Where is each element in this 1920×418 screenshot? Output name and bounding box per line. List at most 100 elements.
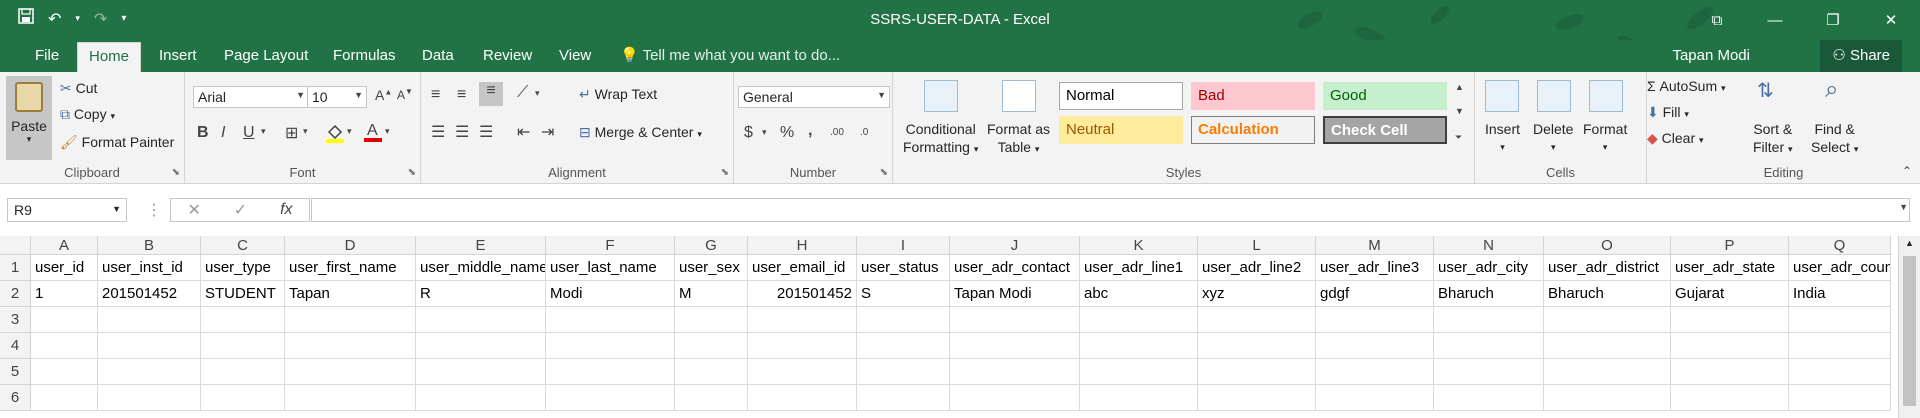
clear-button[interactable]: ◆ Clear ▾ bbox=[1647, 130, 1704, 147]
number-launcher-icon[interactable]: ⬊ bbox=[880, 167, 888, 178]
cell-g1[interactable]: user_sex bbox=[675, 255, 748, 281]
tab-view[interactable]: View bbox=[548, 40, 602, 72]
cell-g6[interactable] bbox=[675, 385, 748, 411]
font-launcher-icon[interactable]: ⬊ bbox=[408, 167, 416, 178]
cell-n3[interactable] bbox=[1434, 307, 1544, 333]
cell-j6[interactable] bbox=[950, 385, 1080, 411]
style-calculation[interactable]: Calculation bbox=[1191, 116, 1315, 144]
cell-k1[interactable]: user_adr_line1 bbox=[1080, 255, 1198, 281]
cell-h2[interactable]: 201501452 bbox=[748, 281, 857, 307]
cell-a2[interactable]: 1 bbox=[31, 281, 98, 307]
cell-e6[interactable] bbox=[416, 385, 546, 411]
autosum-button[interactable]: Σ AutoSum ▾ bbox=[1647, 78, 1726, 94]
cell-a5[interactable] bbox=[31, 359, 98, 385]
cell-p2[interactable]: Gujarat bbox=[1671, 281, 1789, 307]
cell-c5[interactable] bbox=[201, 359, 285, 385]
cell-b1[interactable]: user_inst_id bbox=[98, 255, 201, 281]
cell-m4[interactable] bbox=[1316, 333, 1434, 359]
cell-o5[interactable] bbox=[1544, 359, 1671, 385]
format-painter-button[interactable]: 🖌 Format Painter bbox=[60, 134, 174, 151]
cell-m1[interactable]: user_adr_line3 bbox=[1316, 255, 1434, 281]
tab-home[interactable]: Home bbox=[77, 42, 142, 72]
borders-dropdown-icon[interactable]: ▾ bbox=[303, 126, 308, 137]
cell-m5[interactable] bbox=[1316, 359, 1434, 385]
orientation-icon[interactable]: ⟋ bbox=[517, 84, 528, 102]
tell-me-box[interactable]: 💡 Tell me what you want to do... bbox=[620, 40, 840, 72]
scrollbar-thumb[interactable] bbox=[1903, 256, 1916, 406]
number-format-dropdown[interactable]: General ▼ bbox=[738, 86, 890, 108]
bold-button[interactable]: B bbox=[197, 124, 209, 142]
middle-align-icon[interactable]: ≡ bbox=[457, 86, 466, 104]
cell-l3[interactable] bbox=[1198, 307, 1316, 333]
merge-center-button[interactable]: ⊟ Merge & Center ▾ bbox=[579, 124, 702, 141]
cell-d6[interactable] bbox=[285, 385, 416, 411]
align-center-icon[interactable]: ☰ bbox=[455, 122, 469, 142]
cell-b6[interactable] bbox=[98, 385, 201, 411]
cell-b3[interactable] bbox=[98, 307, 201, 333]
styles-scroll-down-icon[interactable]: ▼ bbox=[1455, 106, 1464, 116]
cell-e2[interactable]: R bbox=[416, 281, 546, 307]
clipboard-launcher-icon[interactable]: ⬊ bbox=[172, 167, 180, 178]
italic-button[interactable]: I bbox=[221, 124, 225, 142]
cell-n2[interactable]: Bharuch bbox=[1434, 281, 1544, 307]
cell-n1[interactable]: user_adr_city bbox=[1434, 255, 1544, 281]
cell-o3[interactable] bbox=[1544, 307, 1671, 333]
tab-page-layout[interactable]: Page Layout bbox=[213, 40, 319, 72]
cell-k5[interactable] bbox=[1080, 359, 1198, 385]
tab-review[interactable]: Review bbox=[472, 40, 543, 72]
cell-f2[interactable]: Modi bbox=[546, 281, 675, 307]
column-header-c[interactable]: C bbox=[201, 236, 285, 255]
wrap-text-button[interactable]: ↵ Wrap Text bbox=[579, 86, 657, 103]
cell-c1[interactable]: user_type bbox=[201, 255, 285, 281]
cell-e3[interactable] bbox=[416, 307, 546, 333]
close-icon[interactable]: ✕ bbox=[1862, 0, 1920, 40]
user-account[interactable]: Tapan Modi bbox=[1672, 40, 1750, 72]
cell-m6[interactable] bbox=[1316, 385, 1434, 411]
tab-data[interactable]: Data bbox=[411, 40, 465, 72]
cell-q4[interactable] bbox=[1789, 333, 1891, 359]
underline-dropdown-icon[interactable]: ▾ bbox=[261, 126, 266, 137]
column-header-h[interactable]: H bbox=[748, 236, 857, 255]
cell-g4[interactable] bbox=[675, 333, 748, 359]
decrease-decimal-icon[interactable]: .0 bbox=[860, 127, 868, 138]
cell-m3[interactable] bbox=[1316, 307, 1434, 333]
cell-a6[interactable] bbox=[31, 385, 98, 411]
alignment-launcher-icon[interactable]: ⬊ bbox=[721, 167, 729, 178]
cut-button[interactable]: ✂ Cut bbox=[60, 80, 97, 97]
column-header-l[interactable]: L bbox=[1198, 236, 1316, 255]
cell-p1[interactable]: user_adr_state bbox=[1671, 255, 1789, 281]
cell-n4[interactable] bbox=[1434, 333, 1544, 359]
currency-dropdown-icon[interactable]: ▾ bbox=[762, 127, 767, 138]
row-header-3[interactable]: 3 bbox=[0, 307, 31, 333]
insert-button[interactable]: Insert ▾ bbox=[1485, 120, 1520, 156]
cell-p3[interactable] bbox=[1671, 307, 1789, 333]
column-header-n[interactable]: N bbox=[1434, 236, 1544, 255]
tab-insert[interactable]: Insert bbox=[148, 40, 208, 72]
cell-j2[interactable]: Tapan Modi bbox=[950, 281, 1080, 307]
conditional-formatting-button[interactable]: Conditional Formatting ▾ bbox=[903, 120, 978, 158]
cell-p6[interactable] bbox=[1671, 385, 1789, 411]
cell-c4[interactable] bbox=[201, 333, 285, 359]
column-header-f[interactable]: F bbox=[546, 236, 675, 255]
borders-icon[interactable]: ⊞ bbox=[285, 123, 298, 143]
cell-g3[interactable] bbox=[675, 307, 748, 333]
cell-d2[interactable]: Tapan bbox=[285, 281, 416, 307]
column-header-k[interactable]: K bbox=[1080, 236, 1198, 255]
collapse-ribbon-icon[interactable]: ⌃ bbox=[1902, 164, 1912, 178]
cell-j5[interactable] bbox=[950, 359, 1080, 385]
cell-q1[interactable]: user_adr_country bbox=[1789, 255, 1891, 281]
column-header-m[interactable]: M bbox=[1316, 236, 1434, 255]
column-header-p[interactable]: P bbox=[1671, 236, 1789, 255]
cell-i3[interactable] bbox=[857, 307, 950, 333]
minimize-icon[interactable]: — bbox=[1746, 0, 1804, 40]
cell-a3[interactable] bbox=[31, 307, 98, 333]
cell-o6[interactable] bbox=[1544, 385, 1671, 411]
cell-h3[interactable] bbox=[748, 307, 857, 333]
increase-font-size-icon[interactable]: A▲ bbox=[375, 87, 392, 103]
cell-b5[interactable] bbox=[98, 359, 201, 385]
sort-filter-button[interactable]: Sort & Filter ▾ bbox=[1753, 120, 1793, 158]
style-neutral[interactable]: Neutral bbox=[1059, 116, 1183, 144]
restore-icon[interactable]: ❐ bbox=[1804, 0, 1862, 40]
cell-k3[interactable] bbox=[1080, 307, 1198, 333]
cell-d3[interactable] bbox=[285, 307, 416, 333]
